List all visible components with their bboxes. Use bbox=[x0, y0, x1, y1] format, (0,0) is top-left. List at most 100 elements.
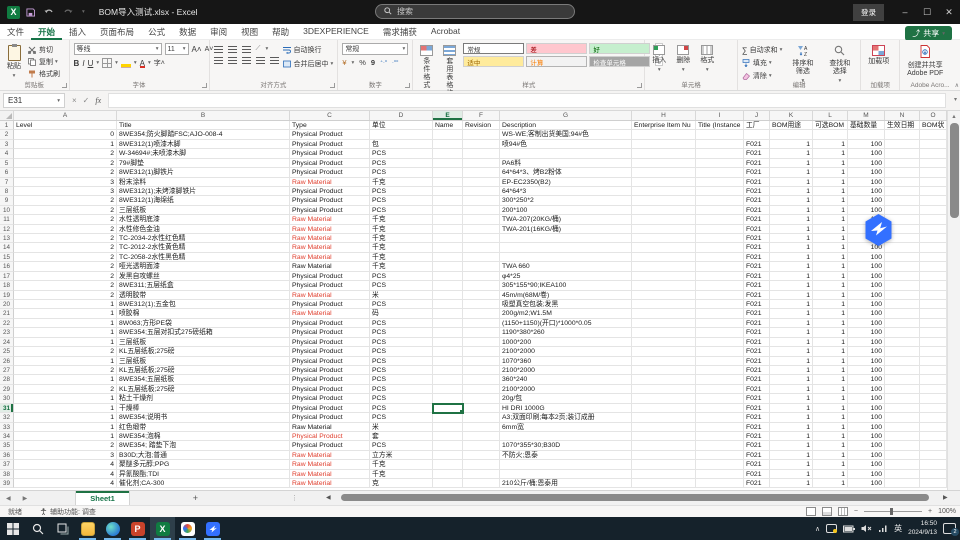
cell[interactable]: 工厂 bbox=[744, 121, 770, 131]
cell[interactable] bbox=[920, 300, 947, 310]
cell[interactable] bbox=[696, 347, 744, 357]
cell[interactable]: 红色缎带 bbox=[117, 422, 290, 432]
cell[interactable]: Physical Product bbox=[290, 271, 370, 282]
page-layout-view-icon[interactable] bbox=[821, 507, 832, 516]
cell[interactable]: Raw Material bbox=[290, 450, 370, 461]
cell[interactable] bbox=[920, 243, 947, 253]
cell[interactable] bbox=[632, 290, 696, 301]
merge-center-button[interactable]: 合并后居中 ▾ bbox=[282, 59, 333, 69]
cell[interactable]: 2100*2000 bbox=[500, 365, 632, 376]
cell[interactable] bbox=[433, 422, 463, 432]
cell[interactable]: 1 bbox=[813, 158, 848, 169]
tray-expand-icon[interactable]: ∧ bbox=[815, 525, 820, 533]
cell[interactable]: 1 bbox=[14, 318, 117, 329]
cell[interactable]: 8WE354;泡棉 bbox=[117, 431, 290, 442]
increase-font-icon[interactable]: A˄ bbox=[192, 45, 202, 54]
cell[interactable] bbox=[632, 347, 696, 357]
row-header-37[interactable]: 37 bbox=[0, 460, 14, 470]
cell[interactable] bbox=[696, 271, 744, 282]
cell[interactable]: 4 bbox=[14, 479, 117, 489]
cell[interactable] bbox=[463, 394, 500, 404]
zoom-out-icon[interactable]: − bbox=[854, 508, 858, 515]
row-header-5[interactable]: 5 bbox=[0, 158, 14, 169]
cell[interactable] bbox=[885, 375, 920, 385]
cell[interactable]: Physical Product bbox=[290, 196, 370, 206]
cell[interactable]: 8WE312(1);未烤漆脚铁片 bbox=[117, 186, 290, 197]
cell[interactable] bbox=[770, 130, 813, 140]
comma-format-icon[interactable]: 9 bbox=[371, 58, 375, 67]
row-header-8[interactable]: 8 bbox=[0, 186, 14, 197]
number-dialog-launcher[interactable] bbox=[405, 83, 411, 88]
font-dialog-launcher[interactable] bbox=[201, 83, 207, 88]
cell[interactable]: 千克 bbox=[370, 252, 433, 263]
cell[interactable] bbox=[696, 186, 744, 197]
cell[interactable] bbox=[696, 309, 744, 319]
borders-icon[interactable] bbox=[102, 58, 113, 68]
cell[interactable] bbox=[463, 328, 500, 338]
column-header-L[interactable]: L bbox=[813, 111, 848, 120]
cell[interactable] bbox=[696, 215, 744, 225]
cell[interactable] bbox=[696, 431, 744, 442]
cell[interactable] bbox=[696, 337, 744, 348]
row-header-12[interactable]: 12 bbox=[0, 224, 14, 235]
cell[interactable]: 100 bbox=[848, 290, 885, 301]
cell[interactable]: PCS bbox=[370, 441, 433, 451]
cell[interactable]: 米 bbox=[370, 290, 433, 301]
cell[interactable]: Physical Product bbox=[290, 130, 370, 140]
cell[interactable]: 1 bbox=[14, 300, 117, 310]
cell[interactable]: PCS bbox=[370, 337, 433, 348]
cell[interactable] bbox=[920, 450, 947, 461]
cell[interactable]: F021 bbox=[744, 186, 770, 197]
cell[interactable]: 2 bbox=[14, 168, 117, 178]
cell[interactable] bbox=[632, 403, 696, 414]
row-header-22[interactable]: 22 bbox=[0, 318, 14, 329]
cell[interactable] bbox=[433, 441, 463, 451]
row-header-30[interactable]: 30 bbox=[0, 394, 14, 404]
vertical-scrollbar[interactable]: ▲ bbox=[947, 111, 960, 490]
cell[interactable]: F021 bbox=[744, 431, 770, 442]
cell[interactable]: 1 bbox=[770, 450, 813, 461]
cell[interactable]: KL五层纸板;275磅 bbox=[117, 384, 290, 395]
cell[interactable]: Physical Product bbox=[290, 365, 370, 376]
cell[interactable]: 1 bbox=[813, 413, 848, 423]
cell[interactable]: 100 bbox=[848, 413, 885, 423]
cell[interactable]: 1 bbox=[813, 384, 848, 395]
cell[interactable] bbox=[696, 130, 744, 140]
sheet-tab-active[interactable]: Sheet1 bbox=[75, 490, 130, 506]
cell[interactable]: 可选BOM bbox=[813, 121, 848, 131]
cell[interactable]: 1070*360 bbox=[500, 356, 632, 366]
cell[interactable]: Physical Product bbox=[290, 413, 370, 423]
cell[interactable]: F021 bbox=[744, 177, 770, 187]
cell[interactable] bbox=[433, 186, 463, 197]
cell[interactable]: 1 bbox=[813, 337, 848, 348]
row-header-9[interactable]: 9 bbox=[0, 196, 14, 206]
cell[interactable]: 1 bbox=[813, 168, 848, 178]
cell[interactable] bbox=[500, 252, 632, 263]
cell[interactable]: 100 bbox=[848, 375, 885, 385]
cell[interactable] bbox=[463, 403, 500, 414]
cell[interactable]: 2 bbox=[14, 384, 117, 395]
cell[interactable]: Physical Product bbox=[290, 149, 370, 159]
row-header-31[interactable]: 31 bbox=[0, 403, 14, 414]
cell[interactable]: 1 bbox=[770, 431, 813, 442]
accounting-format-icon[interactable]: ¥ bbox=[342, 58, 346, 67]
cell[interactable]: 1 bbox=[813, 347, 848, 357]
row-header-13[interactable]: 13 bbox=[0, 234, 14, 244]
cell[interactable]: 8WE312(1);五金包 bbox=[117, 300, 290, 310]
cell[interactable]: KL五层纸板;275磅 bbox=[117, 347, 290, 357]
cell[interactable] bbox=[920, 196, 947, 206]
cell[interactable]: 1 bbox=[770, 460, 813, 470]
cell[interactable] bbox=[920, 413, 947, 423]
notification-center-icon[interactable]: 2 bbox=[943, 523, 959, 536]
hscroll-left-icon[interactable]: ◀ bbox=[326, 494, 331, 501]
cell[interactable]: Physical Product bbox=[290, 281, 370, 291]
cell[interactable]: 克 bbox=[370, 479, 433, 489]
cell[interactable] bbox=[632, 252, 696, 263]
cell[interactable]: 1 bbox=[813, 281, 848, 291]
cell[interactable]: F021 bbox=[744, 318, 770, 329]
cell[interactable] bbox=[885, 309, 920, 319]
cell[interactable]: 千克 bbox=[370, 224, 433, 235]
cell[interactable]: F021 bbox=[744, 224, 770, 235]
cell[interactable]: 1 bbox=[770, 262, 813, 272]
cell[interactable]: 1 bbox=[770, 403, 813, 414]
